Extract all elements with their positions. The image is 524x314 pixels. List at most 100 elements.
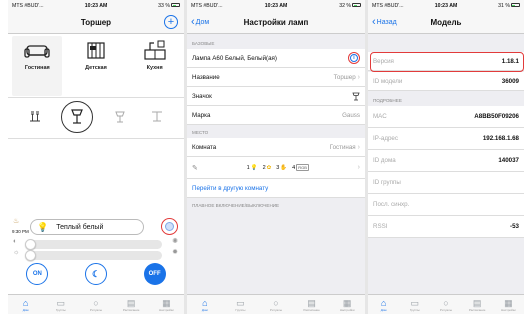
temp-high-icon: ✹ [172, 249, 178, 256]
tab-settings[interactable]: ▦ Настройки [501, 297, 516, 312]
pipette-icon: ✎ [192, 164, 198, 172]
gear-icon: ✿ [266, 164, 272, 171]
color-settings-button[interactable] [161, 218, 178, 235]
color-slots: 1 💡 2 ✿ 3 ✋ 4 RGB [246, 164, 309, 171]
settings-icon: ▦ [504, 297, 513, 308]
name-row[interactable]: Название Торшер › [187, 68, 365, 87]
chevron-left-icon: ‹ [372, 16, 376, 28]
rituals-icon: ○ [273, 297, 279, 308]
model-id-row: ID модели 36009 [368, 72, 524, 91]
clock: 10:23 AM [264, 2, 288, 9]
brightness-knob[interactable] [25, 239, 36, 250]
tab-bar: ⌂ Дом ▭ Группы ○ Ритуалы ▤ Расписание ▦ Настр… [8, 294, 184, 314]
tab-schedule[interactable]: ▤ Расписание [469, 298, 486, 312]
tab-home[interactable]: ⌂ Дом [377, 298, 391, 312]
room-kids[interactable]: Детская [71, 36, 121, 96]
tab-rituals[interactable]: ○ Ритуалы [439, 298, 453, 312]
tab-settings[interactable]: ▦ Настройки [159, 297, 174, 312]
clock: 10:23 AM [434, 2, 458, 9]
divider [8, 138, 184, 139]
tab-groups[interactable]: ▭ Группы [408, 298, 422, 312]
screenshot-collage: MTS #BUD'... 10:23 AM 33 % Торшер + Гост… [0, 0, 524, 314]
room-livingroom[interactable]: Гостиная [12, 36, 63, 96]
off-button[interactable]: OFF [143, 263, 166, 285]
settings-icon: ▦ [342, 297, 352, 308]
room-label: Гостиная [24, 65, 50, 71]
tab-rituals[interactable]: ○ Ритуалы [89, 297, 103, 312]
tab-bar: ⌂ Дом ▭ Группы ○ Ритуалы ▤ Расписание ▦ Настр… [187, 294, 365, 314]
clock: 10:23 AM [84, 2, 108, 9]
room-label: Кухня [146, 65, 163, 71]
back-button[interactable]: ‹ Дом [191, 17, 209, 28]
back-button[interactable]: ‹ Назад [372, 16, 397, 28]
lamp-row [8, 100, 184, 134]
chevron-right-icon: › [357, 73, 360, 81]
status-bar: MTS #BUD'... 10:23 AM 32 % [187, 0, 365, 11]
settings-dot-icon [165, 222, 174, 231]
nav-bar: ‹ Дом Настройки ламп [187, 11, 365, 34]
temp-low-icon: ☼ [13, 249, 20, 256]
carrier: MTS #BUD'... [191, 2, 223, 9]
chevron-right-icon: › [357, 143, 360, 151]
color-assign-row[interactable]: ✎ 1 💡 2 ✿ 3 ✋ 4 RGB › [187, 157, 365, 179]
temperature-knob[interactable] [25, 250, 36, 261]
move-room-link[interactable]: Перейти в другую комнату [192, 185, 360, 192]
tab-settings[interactable]: ▦ Настройки [340, 297, 355, 312]
lamp-group-icon[interactable] [24, 106, 46, 128]
nav-bar: ‹ Назад Модель [368, 11, 524, 34]
room-kitchen[interactable]: Кухня [130, 36, 180, 96]
settings-icon: ▦ [162, 297, 171, 308]
tab-groups[interactable]: ▭ Группы [54, 298, 68, 312]
brightness-low-icon: ◐ [13, 238, 18, 245]
brightness-high-icon: ✺ [172, 238, 178, 245]
table-lamp-icon[interactable] [109, 106, 131, 128]
section-place: МЕСТО [192, 130, 209, 135]
section-smooth: ПЛАВНОЕ ВКЛЮЧЕНИЕ/ВЫКЛЮЧЕНИЕ [192, 203, 280, 208]
home-id-row: ID дома 140037 [368, 150, 524, 172]
phone-lamp-settings: MTS #BUD'... 10:23 AM 32 % ‹ Дом Настройк… [187, 0, 365, 314]
status-bar: MTS #BUD'... 10:23 AM 31 % [368, 0, 524, 11]
room-row[interactable]: Комната Гостиная › [187, 138, 365, 157]
preset-bar: ♨ 9:30 PM 💡 Теплый белый [8, 217, 184, 237]
carrier: MTS #BUD'... [12, 2, 44, 9]
section-more: ПОДРОБНЕЕ [373, 98, 402, 103]
section-basic: БАЗОВЫЕ [192, 41, 215, 46]
floor-lamp-icon[interactable] [61, 101, 94, 133]
tab-home[interactable]: ⌂ Дом [198, 298, 212, 312]
groups-icon: ▭ [236, 297, 245, 308]
moon-icon: ☾ [91, 268, 101, 279]
lamp-model: Лампа A60 Белый, Белый(ая) [192, 54, 277, 62]
group-id-row: ID группы [368, 172, 524, 194]
rituals-icon: ○ [93, 297, 99, 308]
on-button[interactable]: ON [26, 263, 49, 285]
preset-pill[interactable]: 💡 Теплый белый [30, 219, 144, 235]
tab-home[interactable]: ⌂ Дом [19, 298, 33, 312]
tab-schedule[interactable]: ▤ Расписание [303, 298, 320, 312]
ceiling-lamp-icon[interactable] [146, 106, 168, 128]
phone-model-info: MTS #BUD'... 10:23 AM 31 % ‹ Назад Модель… [368, 0, 524, 314]
bulb-icon: 💡 [250, 164, 258, 171]
divider [8, 97, 184, 98]
ip-row: IP-адрес 192.168.1.68 [368, 128, 524, 150]
status-bar: MTS #BUD'... 10:23 AM 33 % [8, 0, 184, 11]
info-button[interactable]: i [348, 52, 360, 64]
move-room-row[interactable]: Перейти в другую комнату [187, 179, 365, 198]
night-mode-button[interactable]: ☾ [84, 263, 107, 285]
temperature-slider[interactable] [25, 250, 162, 261]
info-icon: i [350, 54, 358, 62]
hand-icon: ✋ [280, 164, 288, 171]
preset-time: 9:30 PM [12, 229, 29, 234]
floor-lamp-icon [352, 92, 360, 101]
icon-row[interactable]: Значок [187, 87, 365, 106]
battery-icon [510, 3, 520, 8]
sofa-icon [24, 45, 50, 58]
page-title: Настройки ламп [243, 17, 309, 27]
brightness-slider[interactable] [25, 239, 162, 250]
tab-schedule[interactable]: ▤ Расписание [123, 298, 140, 312]
lamp-model-row[interactable]: Лампа A60 Белый, Белый(ая) i [187, 49, 365, 68]
tab-rituals[interactable]: ○ Ритуалы [269, 297, 283, 312]
version-highlight [370, 52, 524, 72]
add-button[interactable]: + [164, 15, 178, 29]
phone-lamp-control: MTS #BUD'... 10:23 AM 33 % Торшер + Гост… [8, 0, 184, 314]
tab-groups[interactable]: ▭ Группы [233, 297, 247, 312]
